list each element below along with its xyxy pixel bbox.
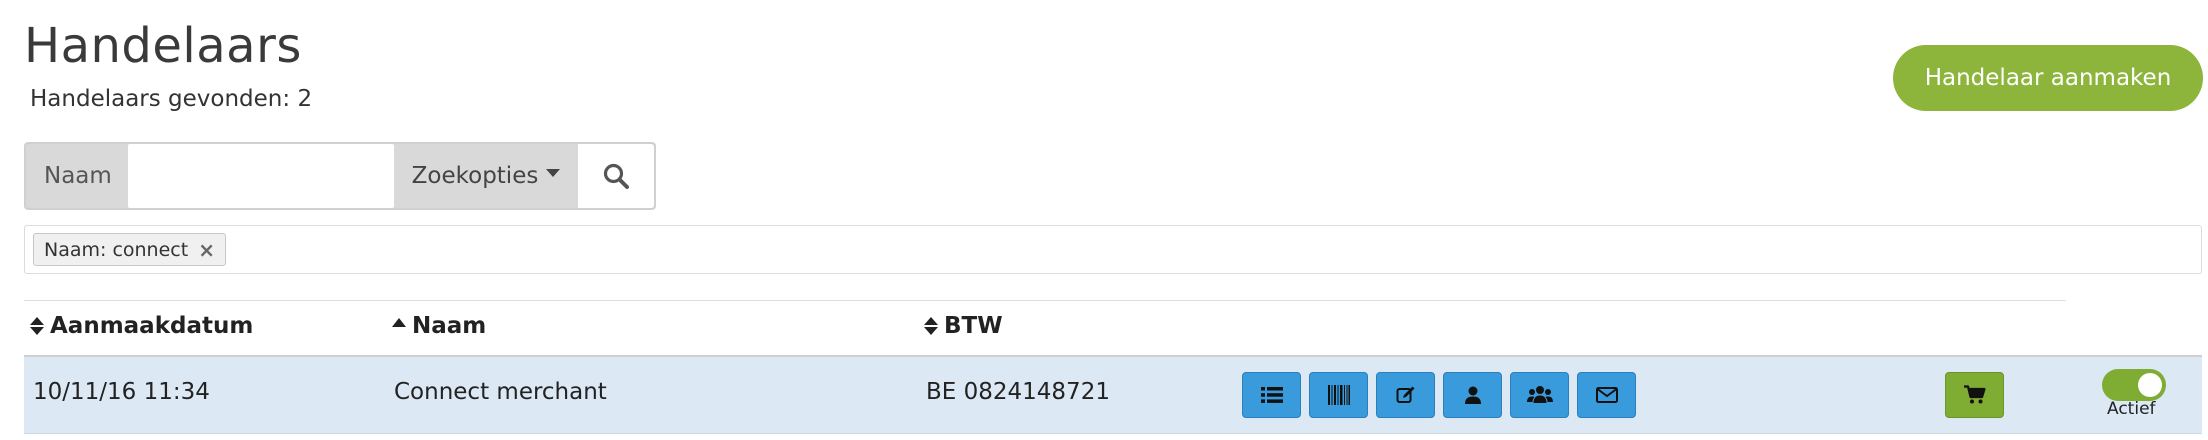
- cell-created: 10/11/16 11:34: [33, 379, 210, 405]
- table-divider: [24, 300, 2066, 301]
- active-filters-bar: Naam: connect ×: [24, 225, 2202, 274]
- sort-icon: [30, 317, 44, 335]
- sort-ascending-icon: [392, 317, 406, 327]
- edit-button[interactable]: [1376, 372, 1435, 418]
- search-group: Naam Zoekopties: [24, 142, 656, 210]
- column-header-vat[interactable]: BTW: [924, 313, 1003, 339]
- barcode-icon: [1327, 385, 1350, 405]
- page-title: Handelaars: [24, 18, 302, 74]
- cell-vat: BE 0824148721: [926, 379, 1110, 405]
- search-field-label: Naam: [44, 163, 112, 189]
- column-header-label: Naam: [412, 313, 487, 339]
- create-merchant-button[interactable]: Handelaar aanmaken: [1893, 45, 2203, 111]
- column-header-created[interactable]: Aanmaakdatum: [30, 313, 253, 339]
- envelope-icon: [1595, 387, 1618, 403]
- toggle-knob: [2138, 373, 2162, 397]
- caret-down-icon: [546, 169, 561, 177]
- email-button[interactable]: [1577, 372, 1636, 418]
- search-options-label: Zoekopties: [411, 163, 539, 189]
- edit-icon: [1396, 386, 1414, 403]
- name-search-input[interactable]: [128, 144, 394, 208]
- details-button[interactable]: [1242, 372, 1301, 418]
- active-toggle[interactable]: [2102, 369, 2166, 401]
- table-row: 10/11/16 11:34 Connect merchant BE 08241…: [24, 357, 2202, 434]
- cart-icon: [1963, 385, 1986, 404]
- user-icon: [1464, 386, 1481, 404]
- close-icon[interactable]: ×: [198, 238, 215, 262]
- result-count: Handelaars gevonden: 2: [30, 86, 313, 112]
- barcode-button[interactable]: [1309, 372, 1368, 418]
- users-icon: [1526, 386, 1553, 403]
- column-header-label: BTW: [944, 313, 1003, 339]
- list-icon: [1260, 387, 1283, 403]
- user-button[interactable]: [1443, 372, 1502, 418]
- sort-icon: [924, 317, 938, 335]
- column-header-name[interactable]: Naam: [392, 313, 486, 339]
- column-header-label: Aanmaakdatum: [50, 313, 254, 339]
- status-label: Actief: [2107, 399, 2156, 419]
- filter-chip-label: Naam: connect: [44, 238, 189, 261]
- shop-button[interactable]: [1945, 372, 2004, 418]
- search-button[interactable]: [578, 144, 654, 208]
- search-icon: [603, 163, 629, 189]
- cell-name: Connect merchant: [394, 379, 607, 405]
- users-button[interactable]: [1510, 372, 1569, 418]
- filter-chip: Naam: connect ×: [33, 233, 226, 266]
- search-options-dropdown[interactable]: Zoekopties: [394, 144, 578, 208]
